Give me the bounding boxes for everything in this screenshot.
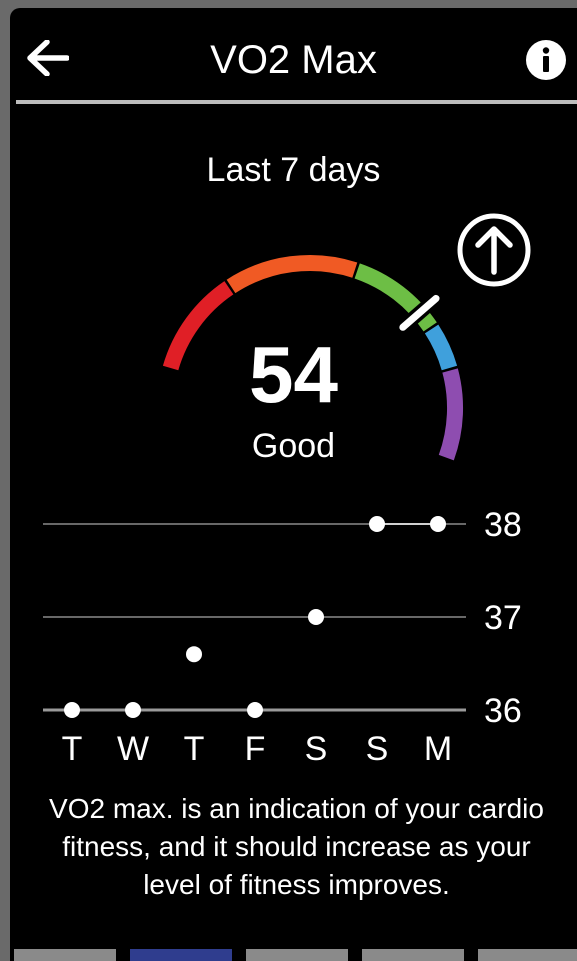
arrow-up-circle-icon bbox=[457, 213, 531, 287]
page-indicator-dot[interactable] bbox=[130, 949, 232, 961]
page-indicator bbox=[10, 946, 577, 961]
chart-point bbox=[125, 702, 141, 718]
chart-point bbox=[247, 702, 263, 718]
page-indicator-dot[interactable] bbox=[246, 949, 348, 961]
x-tick-label: T bbox=[184, 730, 205, 768]
y-tick-label: 37 bbox=[484, 599, 522, 637]
trend-up-button[interactable] bbox=[456, 212, 532, 288]
chart-point bbox=[308, 609, 324, 625]
y-tick-label: 36 bbox=[484, 692, 522, 730]
chart-point bbox=[64, 702, 80, 718]
gauge-seg-fair bbox=[226, 255, 358, 294]
x-tick-label: T bbox=[62, 730, 83, 768]
page-indicator-dot[interactable] bbox=[478, 949, 577, 961]
vo2-value: 54 bbox=[249, 330, 338, 419]
chart-point bbox=[186, 646, 202, 663]
x-tick-label: F bbox=[245, 730, 266, 768]
description-text: VO2 max. is an indication of your cardio… bbox=[49, 793, 544, 900]
x-tick-label: M bbox=[424, 730, 452, 768]
x-tick-label: S bbox=[366, 730, 389, 768]
vo2-max-screen: VO2 Max Last 7 days 54 Good 38 37 36 TWTFS… bbox=[10, 8, 577, 961]
chart-point bbox=[369, 516, 385, 532]
chart-point bbox=[430, 516, 446, 532]
page-indicator-dot[interactable] bbox=[14, 949, 116, 961]
vo2-status: Good bbox=[251, 427, 336, 465]
x-tick-label: S bbox=[305, 730, 328, 768]
vo2-trend-chart: 383736 TWTFSSM bbox=[43, 506, 522, 768]
x-tick-label: W bbox=[117, 730, 149, 768]
y-tick-label: 38 bbox=[484, 506, 522, 544]
page-indicator-dot[interactable] bbox=[362, 949, 464, 961]
